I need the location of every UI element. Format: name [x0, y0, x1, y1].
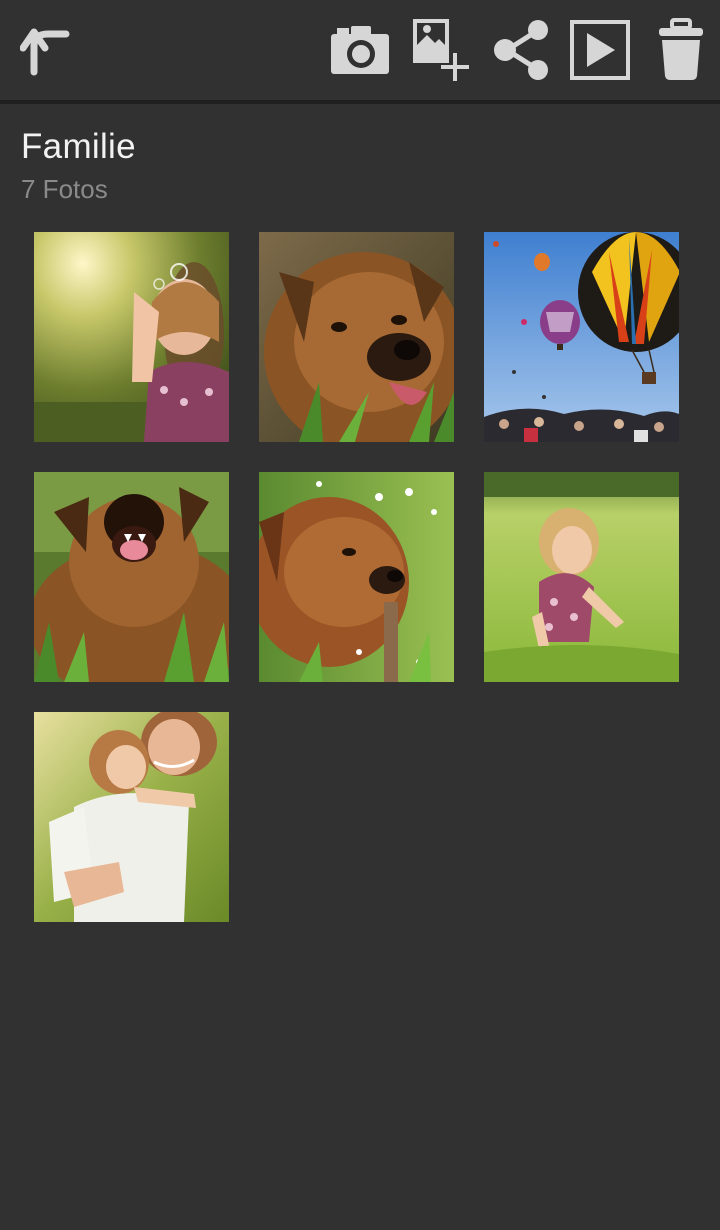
add-photo-icon [409, 17, 473, 83]
back-icon [20, 24, 70, 76]
photo-thumbnail[interactable] [34, 472, 229, 682]
photo-thumbnail[interactable] [259, 232, 454, 442]
photo-thumbnail[interactable] [34, 232, 229, 442]
hot-air-balloons-photo [484, 232, 679, 442]
share-button[interactable] [488, 0, 554, 100]
add-photo-button[interactable] [406, 0, 476, 100]
girl-blowing-bubbles-photo [34, 232, 229, 442]
back-button[interactable] [10, 0, 80, 100]
photo-count: 7 Fotos [21, 174, 108, 204]
album-title: Familie [21, 127, 136, 166]
slideshow-play-icon [569, 19, 631, 81]
share-icon [491, 19, 551, 81]
dog-in-grass-photo [259, 232, 454, 442]
camera-button[interactable] [326, 0, 394, 100]
photo-thumbnail[interactable] [484, 232, 679, 442]
dog-barking-photo [34, 472, 229, 682]
photo-thumbnail[interactable] [259, 472, 454, 682]
action-bar [0, 0, 720, 104]
photo-thumbnail[interactable] [34, 712, 229, 922]
slideshow-button[interactable] [566, 0, 634, 100]
camera-icon [329, 24, 391, 76]
girl-on-lawn-photo [484, 472, 679, 682]
delete-button[interactable] [650, 0, 712, 100]
album-header: Familie 7 Fotos [21, 126, 136, 206]
photo-thumbnail[interactable] [484, 472, 679, 682]
dog-lying-in-grass-photo [259, 472, 454, 682]
mother-and-daughter-photo [34, 712, 229, 922]
trash-icon [657, 18, 705, 82]
